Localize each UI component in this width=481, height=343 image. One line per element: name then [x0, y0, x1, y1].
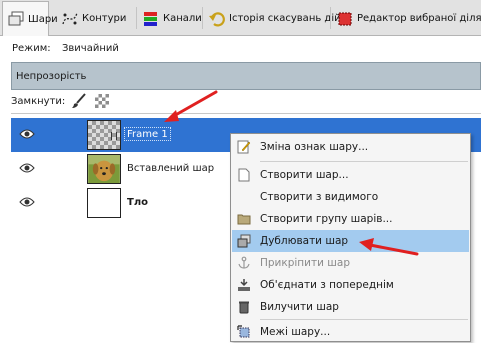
tab-label: Історія скасувань дій [229, 13, 341, 24]
anchor-icon [238, 256, 250, 269]
lock-row: Замкнути: [11, 93, 110, 109]
layer-name[interactable]: Вставлений шар [127, 162, 214, 176]
duplicate-icon [237, 234, 251, 248]
tab-selection-editor[interactable]: Редактор вибраної ділянки [332, 2, 481, 35]
menu-item-merge-down[interactable]: Об'єднати з попереднім [232, 274, 469, 296]
empty-icon-slot [237, 190, 251, 204]
tab-label: Шари [28, 13, 58, 25]
menu-item-layer-boundary[interactable]: Межі шару... [232, 321, 469, 343]
new-layer-icon [238, 168, 250, 182]
tab-label: Редактор вибраної ділянки [357, 13, 481, 24]
menu-label: Вилучити шар [260, 301, 339, 313]
menu-label: Межі шару... [260, 326, 331, 338]
menu-label: Дублювати шар [260, 235, 349, 247]
menu-label: Створити групу шарів... [260, 213, 393, 225]
menu-item-delete-layer[interactable]: Вилучити шар [232, 296, 469, 318]
lock-label: Замкнути: [11, 95, 66, 107]
layer-thumbnail-white [87, 188, 121, 218]
lock-pixels-brush-icon[interactable] [71, 93, 87, 109]
tab-layers[interactable]: Шари [2, 1, 58, 36]
layers-icon [8, 11, 24, 26]
opacity-slider[interactable]: Непрозорість [11, 62, 481, 90]
opacity-label: Непрозорість [16, 70, 87, 82]
tab-paths[interactable]: Контури [57, 2, 135, 35]
menu-item-new-from-visible[interactable]: Створити з видимого [232, 186, 469, 208]
merge-down-icon [238, 279, 250, 291]
eye-icon[interactable] [19, 196, 35, 208]
eye-icon[interactable] [19, 128, 35, 140]
menu-separator [260, 319, 468, 320]
layer-name[interactable]: Тло [127, 196, 148, 210]
layer-boundary-icon [237, 325, 250, 338]
menu-label: Створити з видимого [260, 191, 379, 203]
folder-icon [237, 214, 251, 225]
tab-label: Канали [163, 13, 202, 24]
selection-editor-icon [338, 12, 352, 25]
lock-alpha-icon[interactable] [95, 94, 110, 108]
mode-label: Режим: [12, 42, 51, 54]
menu-label: Прикріпити шар [260, 257, 350, 269]
tab-divider [202, 7, 203, 29]
menu-label: Об'єднати з попереднім [260, 279, 394, 291]
tab-undo-history[interactable]: Історія скасувань дій [204, 2, 341, 35]
layer-thumbnail-dog-photo [87, 154, 121, 184]
tab-divider [136, 7, 137, 29]
menu-item-anchor-layer[interactable]: Прикріпити шар [232, 252, 469, 274]
tab-label: Контури [82, 13, 127, 24]
menu-item-duplicate-layer[interactable]: Дублювати шар [232, 230, 469, 252]
text-layer-mark [111, 132, 117, 140]
menu-item-new-layer-group[interactable]: Створити групу шарів... [232, 208, 469, 230]
menu-item-edit-attributes[interactable]: Зміна ознак шару... [232, 136, 469, 158]
menu-separator [260, 161, 468, 162]
mode-select[interactable]: Звичайний [62, 40, 119, 56]
dock-tab-bar: Шари Контури Канали Історія скасувань ді… [0, 0, 481, 36]
tab-channels[interactable]: Канали [138, 2, 202, 35]
trash-icon [239, 301, 249, 314]
menu-label: Зміна ознак шару... [260, 141, 369, 153]
layer-context-menu: Зміна ознак шару... Створити шар... Ство… [230, 133, 471, 342]
paths-icon [62, 12, 78, 24]
tab-divider [330, 7, 331, 29]
channels-icon [144, 11, 157, 26]
layer-name[interactable]: Frame 1 [124, 127, 171, 141]
eye-icon[interactable] [19, 162, 35, 174]
layer-thumbnail-transparent [87, 120, 121, 150]
undo-history-icon [209, 11, 225, 26]
menu-label: Створити шар... [260, 169, 349, 181]
menu-item-new-layer[interactable]: Створити шар... [232, 164, 469, 186]
edit-attributes-icon [237, 140, 251, 154]
